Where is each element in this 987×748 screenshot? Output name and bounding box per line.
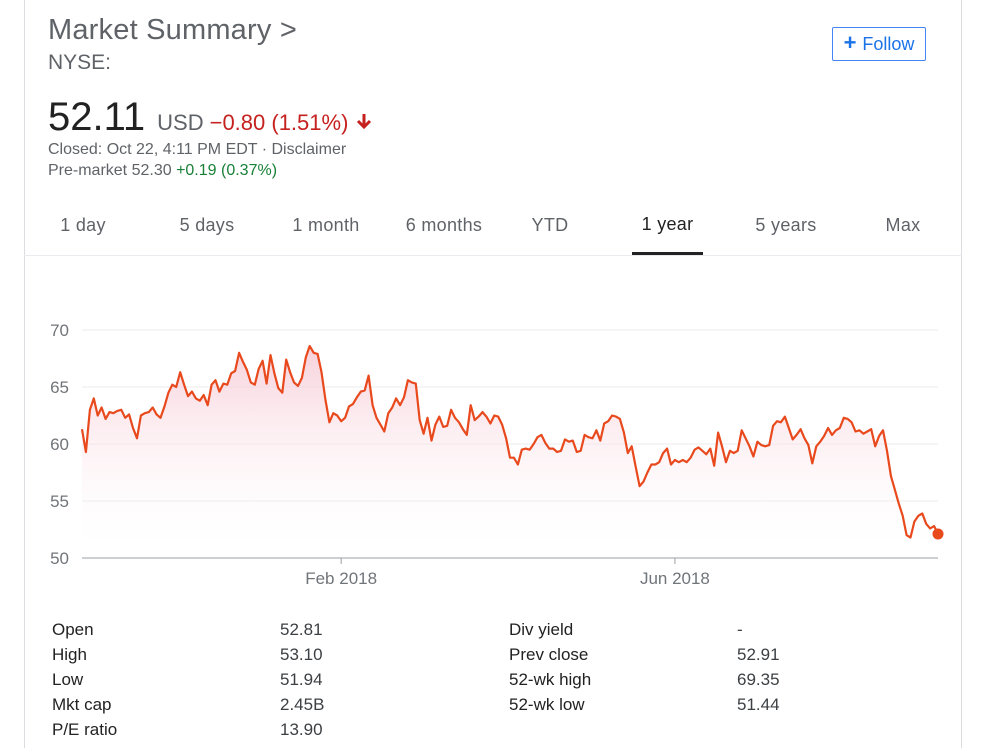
stat-row-high: High 53.10 <box>52 645 492 670</box>
market-summary-title[interactable]: Market Summary > <box>48 14 297 47</box>
price-change: −0.80 (1.51%) <box>209 110 349 135</box>
stat-value: 53.10 <box>280 645 323 664</box>
stat-label: Prev close <box>509 645 589 664</box>
stat-value: 51.44 <box>737 695 780 714</box>
tab-1-month[interactable]: 1 month <box>274 196 378 255</box>
tab-6-months[interactable]: 6 months <box>386 196 502 255</box>
tab-5-days[interactable]: 5 days <box>162 196 252 255</box>
stat-value: 2.45B <box>280 695 325 714</box>
price-chart[interactable]: 5055606570Feb 2018Jun 2018Oct 2018 <box>24 300 962 600</box>
stat-label: Low <box>52 670 84 689</box>
stat-row-52-wk-high: 52-wk high 69.35 <box>509 670 909 695</box>
stat-label: 52-wk high <box>509 670 592 689</box>
premarket-line: Pre-market 52.30 +0.19 (0.37%) <box>48 162 277 180</box>
stat-value: 52.91 <box>737 645 780 664</box>
stat-label: 52-wk low <box>509 695 585 714</box>
exchange-label: NYSE: <box>48 51 112 74</box>
x-tick-label: Jun 2018 <box>640 569 710 588</box>
stat-row-pe-ratio: P/E ratio 13.90 <box>52 720 492 745</box>
y-tick-label: 50 <box>50 549 69 568</box>
stat-row-low: Low 51.94 <box>52 670 492 695</box>
premarket-price: Pre-market 52.30 <box>48 162 172 179</box>
closed-time-disclaimer: Closed: Oct 22, 4:11 PM EDT · Disclaimer <box>48 141 347 158</box>
tab-max[interactable]: Max <box>872 196 934 255</box>
premarket-change: +0.19 (0.37%) <box>176 162 278 179</box>
stat-row-open: Open 52.81 <box>52 620 492 645</box>
tab-ytd[interactable]: YTD <box>516 196 584 255</box>
x-tick-label: Feb 2018 <box>305 569 377 588</box>
stat-label: Mkt cap <box>52 695 112 714</box>
range-tabs: 1 day 5 days 1 month 6 months YTD 1 year… <box>24 196 962 256</box>
stat-label: Open <box>52 620 94 639</box>
price-chart-svg: 5055606570Feb 2018Jun 2018Oct 2018 <box>50 321 944 588</box>
price-row: 52.11 USD −0.80 (1.51%) <box>48 95 372 140</box>
y-tick-label: 65 <box>50 378 69 397</box>
stat-row-52-wk-low: 52-wk low 51.44 <box>509 695 909 720</box>
stat-value: 69.35 <box>737 670 780 689</box>
stat-label: Div yield <box>509 620 574 639</box>
stat-row-div-yield: Div yield - <box>509 620 909 645</box>
stat-label: High <box>52 645 87 664</box>
currency-label: USD <box>157 110 204 135</box>
stat-value: 13.90 <box>280 720 323 739</box>
y-tick-label: 60 <box>50 435 69 454</box>
stat-value: 51.94 <box>280 670 323 689</box>
stat-value: 52.81 <box>280 620 323 639</box>
follow-button[interactable]: + Follow <box>832 27 926 61</box>
stat-label: P/E ratio <box>52 720 118 739</box>
last-price-point <box>932 528 944 540</box>
follow-label: Follow <box>862 33 915 54</box>
stat-row-prev-close: Prev close 52.91 <box>509 645 909 670</box>
current-price: 52.11 <box>48 95 146 139</box>
tab-1-year[interactable]: 1 year <box>632 196 703 255</box>
arrow-down-icon <box>357 114 372 130</box>
y-tick-label: 55 <box>50 492 69 511</box>
tab-1-day[interactable]: 1 day <box>48 196 118 255</box>
stat-value: - <box>737 620 743 639</box>
tab-5-years[interactable]: 5 years <box>744 196 828 255</box>
stat-row-mkt-cap: Mkt cap 2.45B <box>52 695 492 720</box>
plus-icon: + <box>843 30 857 55</box>
y-tick-label: 70 <box>50 321 69 340</box>
